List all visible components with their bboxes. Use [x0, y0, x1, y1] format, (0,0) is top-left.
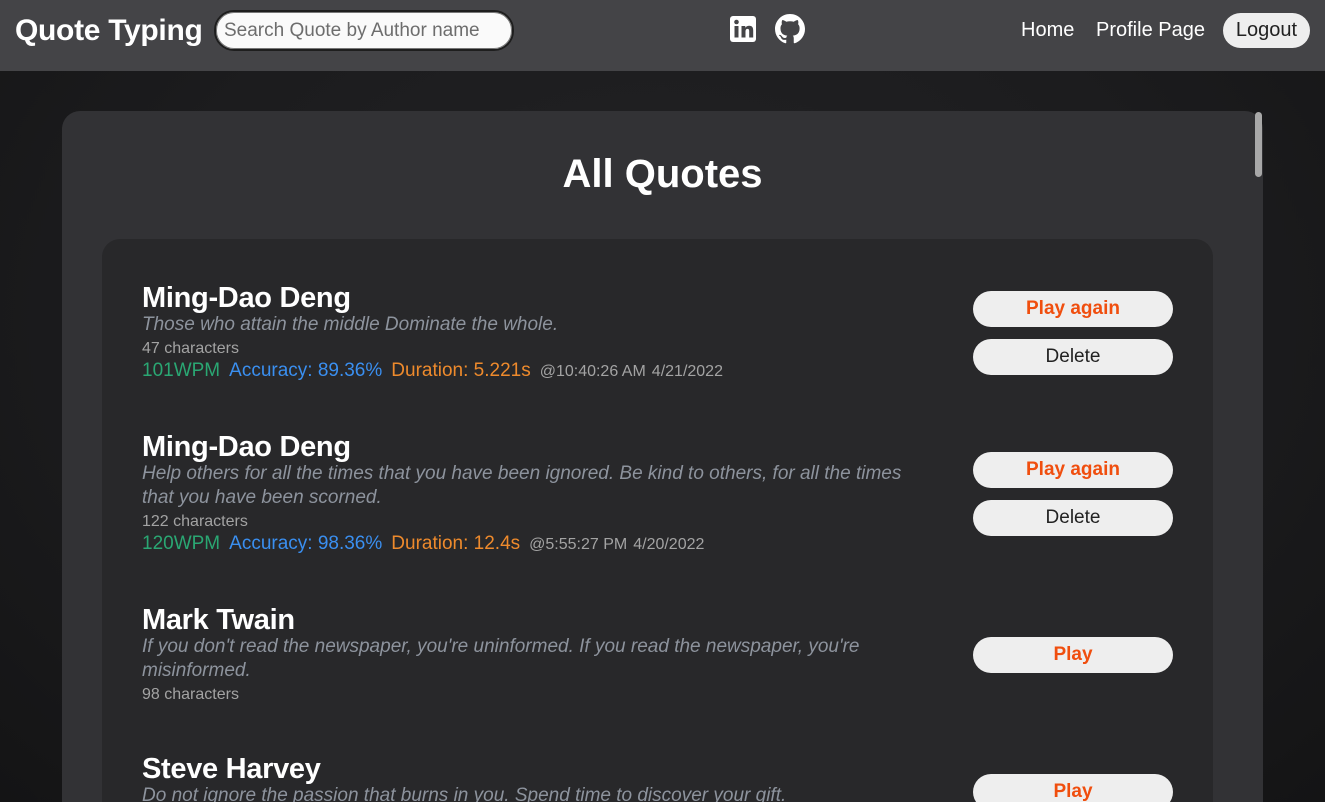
page-title: All Quotes: [562, 152, 763, 196]
duration-value: Duration: 12.4s: [391, 533, 521, 554]
github-icon[interactable]: [775, 14, 805, 44]
linkedin-icon[interactable]: [728, 14, 758, 44]
brand-title[interactable]: Quote Typing: [15, 14, 203, 48]
play-time: @5:55:27 PM: [529, 536, 628, 553]
navbar: Quote Typing Home Profile Page Logout: [0, 0, 1325, 71]
nav-link-profile[interactable]: Profile Page: [1096, 19, 1205, 42]
accuracy-value: Accuracy: 98.36%: [229, 533, 383, 554]
play-button[interactable]: Play: [973, 637, 1173, 673]
search-input[interactable]: [214, 10, 514, 51]
delete-button[interactable]: Delete: [973, 500, 1173, 536]
delete-button[interactable]: Delete: [973, 339, 1173, 375]
logout-button[interactable]: Logout: [1223, 13, 1310, 48]
duration-value: Duration: 5.221s: [391, 360, 531, 381]
wpm-value: 101WPM: [142, 360, 221, 381]
quote-item: Ming-Dao Deng Help others for all the ti…: [142, 430, 1173, 557]
play-again-button[interactable]: Play again: [973, 452, 1173, 488]
play-time: @10:40:26 AM: [539, 363, 646, 380]
play-date: 4/21/2022: [651, 363, 723, 380]
accuracy-value: Accuracy: 89.36%: [229, 360, 383, 381]
wpm-value: 120WPM: [142, 533, 221, 554]
quote-text: Those who attain the middle Dominate the…: [142, 314, 559, 335]
nav-link-home[interactable]: Home: [1021, 19, 1074, 42]
character-count: 98 characters: [142, 686, 239, 703]
play-date: 4/20/2022: [633, 536, 705, 553]
scrollbar[interactable]: [1253, 111, 1263, 802]
quote-author: Mark Twain: [142, 604, 295, 636]
quote-text: Do not ignore the passion that burns in …: [142, 785, 787, 802]
play-button[interactable]: Play: [973, 774, 1173, 802]
play-again-button[interactable]: Play again: [973, 291, 1173, 327]
quote-text: Help others for all the times that you h…: [142, 463, 902, 508]
quote-text: If you don't read the newspaper, you're …: [142, 636, 860, 681]
